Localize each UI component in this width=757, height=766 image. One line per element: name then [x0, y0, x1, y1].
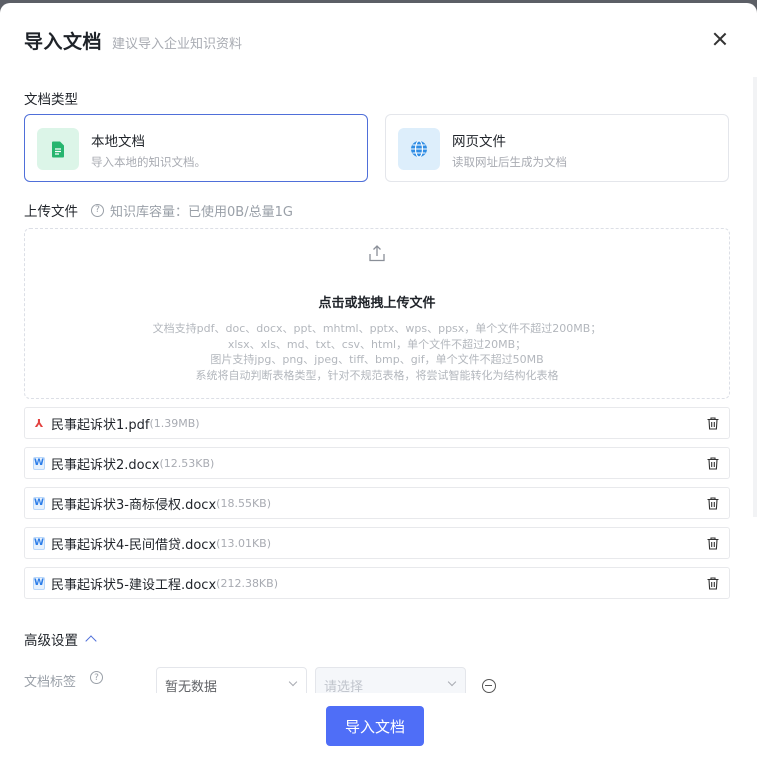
globe-icon	[398, 128, 440, 170]
dialog-title: 导入文档	[24, 31, 103, 53]
trash-icon[interactable]	[707, 417, 719, 430]
file-item: W 民事起诉状4-民间借贷.docx (13.01KB)	[24, 527, 730, 559]
doc-tag-row: 文档标签 ? 暂无数据 请选择	[24, 667, 734, 693]
doc-tag-label: 文档标签	[24, 675, 77, 690]
import-document-dialog: 导入文档 建议导入企业知识资料 文档类型 本地文档 导入本地的知识文档。 网页文…	[0, 3, 757, 766]
word-icon: W	[33, 456, 45, 470]
trash-icon[interactable]	[707, 537, 719, 550]
doc-type-local-title: 本地文档	[91, 134, 145, 150]
chevron-down-icon	[288, 677, 298, 687]
pdf-icon: ⅄	[33, 416, 45, 430]
advanced-settings-toggle[interactable]: 高级设置	[24, 629, 97, 649]
capacity-text: 知识库容量：已使用0B/总量1G	[110, 204, 293, 220]
document-icon	[37, 128, 79, 170]
tag-value-select-placeholder: 请选择	[324, 680, 364, 693]
tag-select[interactable]: 暂无数据	[156, 667, 307, 693]
trash-icon[interactable]	[707, 577, 719, 590]
dropzone-hint-line: 图片支持jpg、png、jpeg、tiff、bmp、gif，单个文件不超过50M…	[210, 353, 544, 366]
dropzone-hint-line: 文档支持pdf、doc、docx、ppt、mhtml、pptx、wps、ppsx…	[152, 322, 602, 335]
dialog-subtitle: 建议导入企业知识资料	[112, 37, 243, 52]
import-document-button[interactable]: 导入文档	[326, 706, 424, 746]
question-icon[interactable]: ?	[91, 203, 104, 217]
file-size: (18.55KB)	[216, 496, 271, 510]
word-icon: W	[33, 496, 45, 510]
file-name: 民事起诉状3-商标侵权.docx	[51, 497, 217, 513]
file-size: (1.39MB)	[149, 416, 200, 430]
word-icon: W	[33, 536, 45, 550]
upload-dropzone[interactable]: 点击或拖拽上传文件 文档支持pdf、doc、docx、ppt、mhtml、ppt…	[24, 228, 730, 399]
file-item: ⅄ 民事起诉状1.pdf (1.39MB)	[24, 407, 730, 439]
dropzone-hint-line: xlsx、xls、md、txt、csv、html，单个文件不超过20MB；	[227, 338, 527, 351]
file-item: W 民事起诉状2.docx (12.53KB)	[24, 447, 730, 479]
scrollbar[interactable]	[753, 77, 757, 517]
file-name: 民事起诉状2.docx	[51, 457, 160, 473]
dialog-footer: 导入文档	[0, 693, 757, 766]
chevron-up-icon	[85, 635, 97, 647]
upload-label: 上传文件	[24, 204, 78, 220]
doc-type-local-desc: 导入本地的知识文档。	[91, 155, 206, 169]
question-icon[interactable]: ?	[90, 671, 103, 684]
file-name: 民事起诉状5-建设工程.docx	[51, 577, 217, 593]
doc-type-local[interactable]: 本地文档 导入本地的知识文档。	[24, 114, 368, 182]
file-size: (12.53KB)	[159, 456, 215, 470]
chevron-down-icon	[447, 677, 457, 687]
dialog-header: 导入文档 建议导入企业知识资料	[24, 27, 242, 55]
advanced-settings-label: 高级设置	[24, 633, 78, 649]
trash-icon[interactable]	[707, 497, 719, 510]
file-name: 民事起诉状1.pdf	[51, 417, 150, 433]
dialog-body[interactable]: 文档类型 本地文档 导入本地的知识文档。 网页文件 读取网址后生成为文档 上传文…	[0, 73, 757, 693]
file-size: (212.38KB)	[216, 576, 278, 590]
tag-select-value: 暂无数据	[165, 680, 218, 693]
close-icon[interactable]	[713, 32, 727, 46]
doc-type-web[interactable]: 网页文件 读取网址后生成为文档	[385, 114, 729, 182]
doc-type-web-desc: 读取网址后生成为文档	[452, 155, 567, 169]
upload-header: 上传文件 ? 知识库容量：已使用0B/总量1G	[24, 200, 293, 220]
remove-circle-icon[interactable]	[482, 679, 496, 693]
file-size: (13.01KB)	[216, 536, 271, 550]
upload-icon	[369, 245, 385, 262]
tag-value-select[interactable]: 请选择	[315, 667, 466, 693]
word-icon: W	[33, 576, 45, 590]
dropzone-hint-line: 系统将自动判断表格类型，针对不规范表格，将尝试智能转化为结构化表格	[195, 369, 559, 382]
doc-type-web-title: 网页文件	[452, 134, 506, 150]
file-name: 民事起诉状4-民间借贷.docx	[51, 537, 217, 553]
dropzone-title: 点击或拖拽上传文件	[318, 296, 436, 311]
file-item: W 民事起诉状3-商标侵权.docx (18.55KB)	[24, 487, 730, 519]
doc-type-label: 文档类型	[24, 92, 78, 108]
trash-icon[interactable]	[707, 457, 719, 470]
file-item: W 民事起诉状5-建设工程.docx (212.38KB)	[24, 567, 730, 599]
